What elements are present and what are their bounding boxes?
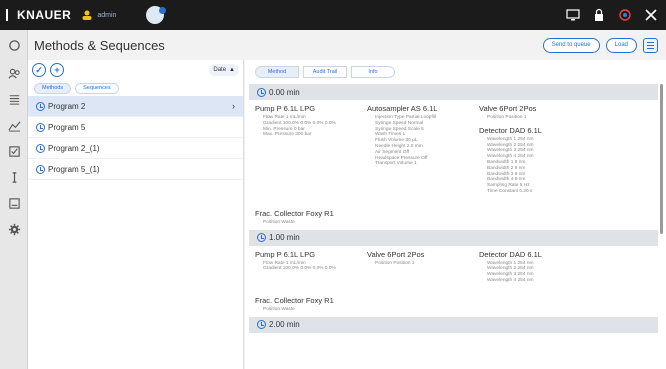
device-param: Gradient 100.0% 0.0% 0.0% 0.0% bbox=[263, 266, 336, 272]
title-bar: Methods & Sequences Send to queue Load bbox=[28, 30, 666, 60]
users-icon[interactable] bbox=[0, 60, 28, 86]
sort-up-icon: ▲ bbox=[229, 67, 235, 73]
date-sort-label: Date bbox=[213, 67, 227, 73]
device-card: Autosampler AS 6.1L Injection Type Partia… bbox=[367, 104, 479, 195]
chart-icon[interactable] bbox=[0, 112, 28, 138]
device-card: Pump P 6.1L LPG Flow Rate 1 mL/min Gradien… bbox=[255, 250, 367, 284]
clock-icon bbox=[257, 87, 266, 97]
column-icon[interactable] bbox=[0, 164, 28, 190]
device-param: Wavelength 4 254 nm bbox=[487, 277, 534, 283]
device-title: Autosampler AS 6.1L bbox=[367, 104, 438, 113]
device-card: Frac. Collector Foxy R1 Position Waste bbox=[255, 209, 367, 226]
clock-icon bbox=[257, 320, 266, 330]
user-indicator[interactable]: admin bbox=[81, 9, 116, 21]
device-title: Valve 6Port 2Pos bbox=[479, 104, 537, 113]
user-icon bbox=[82, 10, 92, 20]
connection-icon[interactable] bbox=[146, 6, 167, 24]
tab-sequences[interactable]: Sequences bbox=[75, 82, 119, 94]
program-name: Program 5_(1) bbox=[48, 164, 100, 174]
page-title: Methods & Sequences bbox=[34, 37, 165, 53]
menu-icon[interactable] bbox=[643, 37, 658, 53]
lock-icon[interactable] bbox=[592, 8, 606, 22]
monitor-icon[interactable] bbox=[566, 8, 580, 22]
tab-methods[interactable]: Methods bbox=[34, 82, 72, 94]
program-name: Program 5 bbox=[48, 122, 86, 132]
device-title: Frac. Collector Foxy R1 bbox=[255, 295, 334, 305]
timeline-blocks: 0.00 min Pump P 6.1L LPG Flow Rate 1 mL/mi… bbox=[245, 84, 666, 333]
device-card: Detector DAD 6.1L Wavelength 1 254 nm Wave… bbox=[479, 250, 591, 284]
close-icon[interactable] bbox=[644, 8, 658, 22]
list-tabs: Methods Sequences bbox=[28, 80, 243, 96]
load-button[interactable]: Load bbox=[605, 37, 637, 53]
power-icon[interactable] bbox=[618, 8, 632, 22]
list-item[interactable]: Program 2 › bbox=[28, 96, 243, 117]
device-row: Frac. Collector Foxy R1 Position Waste bbox=[245, 296, 666, 313]
list-item[interactable]: Program 5 bbox=[28, 117, 243, 138]
clock-icon bbox=[36, 101, 45, 111]
device-title: Detector DAD 6.1L bbox=[479, 125, 542, 135]
clock-icon bbox=[36, 122, 45, 132]
list-toolbar: ✓ + Date ▲ bbox=[28, 60, 243, 80]
device-card: Frac. Collector Foxy R1 Position Waste bbox=[255, 296, 367, 313]
clock-icon bbox=[257, 233, 266, 243]
device-title: Pump P 6.1L LPG bbox=[255, 104, 316, 113]
tab-method[interactable]: Method bbox=[255, 66, 299, 78]
device-param: Position Position 1 bbox=[375, 260, 415, 266]
logo-mark bbox=[6, 9, 14, 21]
report-icon[interactable] bbox=[0, 190, 28, 216]
scrollbar[interactable] bbox=[660, 84, 663, 234]
device-row: Frac. Collector Foxy R1 Position Waste bbox=[245, 209, 666, 226]
tab-audit-trail[interactable]: Audit Trail bbox=[303, 66, 347, 78]
settings-gear-icon[interactable] bbox=[0, 216, 28, 242]
device-title: Valve 6Port 2Pos bbox=[367, 249, 425, 259]
program-name: Program 2 bbox=[48, 101, 86, 111]
list-icon[interactable] bbox=[0, 86, 28, 112]
device-param: Position Waste bbox=[263, 306, 295, 312]
time-step-header[interactable]: 2.00 min bbox=[249, 316, 658, 333]
time-step-header[interactable]: 1.00 min bbox=[249, 229, 658, 246]
device-param: Position Waste bbox=[263, 219, 295, 225]
add-icon[interactable]: + bbox=[50, 63, 64, 77]
clock-icon bbox=[36, 143, 45, 153]
device-title: Frac. Collector Foxy R1 bbox=[255, 208, 334, 218]
time-step-label: 1.00 min bbox=[269, 233, 300, 243]
user-name: admin bbox=[97, 11, 117, 19]
list-item[interactable]: Program 5_(1) bbox=[28, 159, 243, 180]
knauer-logo: KNAUER bbox=[6, 8, 71, 22]
device-card: Valve 6Port 2Pos Position Position 1 Detec… bbox=[479, 104, 591, 195]
device-title: Detector DAD 6.1L bbox=[479, 249, 542, 259]
send-to-queue-button[interactable]: Send to queue bbox=[542, 37, 600, 53]
device-param: Transport Volume 1 bbox=[375, 161, 417, 167]
clock-icon bbox=[36, 164, 45, 174]
tab-info[interactable]: Info bbox=[351, 66, 395, 78]
program-name: Program 2_(1) bbox=[48, 143, 100, 153]
chevron-right-icon: › bbox=[232, 101, 235, 111]
home-icon[interactable] bbox=[0, 30, 28, 60]
device-row: Pump P 6.1L LPG Flow Rate 1 mL/min Gradien… bbox=[245, 250, 666, 284]
device-title: Pump P 6.1L LPG bbox=[255, 249, 316, 259]
device-param: Time Constant 0.20 s bbox=[487, 188, 533, 194]
check-icon[interactable]: ✓ bbox=[32, 63, 46, 77]
time-step-header[interactable]: 0.00 min bbox=[249, 84, 658, 100]
program-list-panel: ✓ + Date ▲ Methods Sequences Program 2 ›… bbox=[28, 60, 244, 369]
device-param: Position Position 1 bbox=[487, 115, 527, 120]
side-rail bbox=[0, 30, 28, 369]
time-step-label: 2.00 min bbox=[269, 320, 300, 330]
brand-name: KNAUER bbox=[17, 8, 72, 22]
time-step-label: 0.00 min bbox=[269, 87, 300, 97]
method-detail-panel: Method Audit Trail Info 0.00 min Pump P 6… bbox=[245, 60, 666, 369]
device-param: Max. Pressure 300 bar bbox=[263, 132, 312, 138]
list-item[interactable]: Program 2_(1) bbox=[28, 138, 243, 159]
device-row: Pump P 6.1L LPG Flow Rate 1 mL/min Gradien… bbox=[245, 104, 666, 195]
checkbox-icon[interactable] bbox=[0, 138, 28, 164]
date-sort-button[interactable]: Date ▲ bbox=[209, 64, 239, 76]
top-bar: KNAUER admin bbox=[0, 0, 666, 30]
device-card: Valve 6Port 2Pos Position Position 1 bbox=[367, 250, 479, 284]
detail-tabs: Method Audit Trail Info bbox=[245, 60, 666, 84]
device-card: Pump P 6.1L LPG Flow Rate 1 mL/min Gradien… bbox=[255, 104, 367, 195]
